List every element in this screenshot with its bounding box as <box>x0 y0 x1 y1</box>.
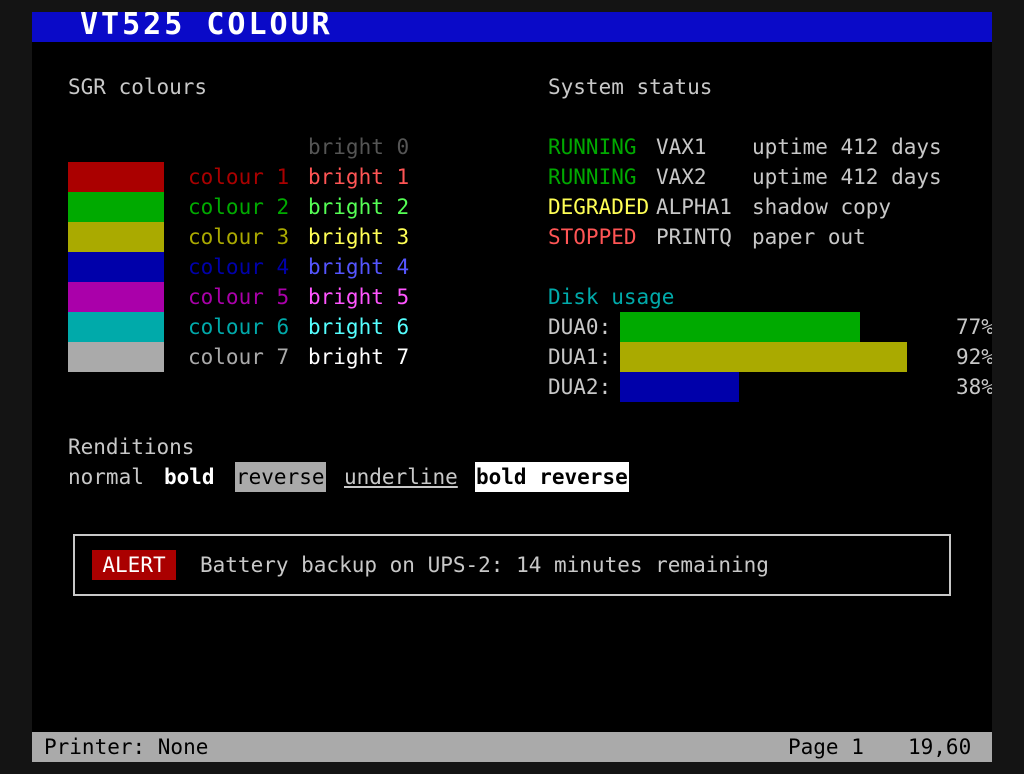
disk-usage-bar <box>620 372 739 402</box>
colour-swatch-7 <box>68 342 164 372</box>
bright-5-label: bright 5 <box>308 285 410 309</box>
colour-swatch-1 <box>68 162 164 192</box>
status-state: RUNNING <box>548 165 637 189</box>
printer-status: Printer: None <box>44 735 209 759</box>
colour-6-label: colour 6 <box>188 315 290 339</box>
disk-label: DUA1: <box>548 345 612 369</box>
status-state: DEGRADED <box>548 195 650 219</box>
disk-usage-bar <box>620 342 907 372</box>
status-state: STOPPED <box>548 225 637 249</box>
alert-box: ALERT Battery backup on UPS-2: 14 minute… <box>73 534 951 596</box>
disk-label: DUA2: <box>548 375 612 399</box>
screen-title: VT525 COLOUR <box>80 12 333 42</box>
system-status-heading: System status <box>548 75 713 99</box>
disk-percent: 38% <box>956 375 992 399</box>
colour-7-label: colour 7 <box>188 345 290 369</box>
title-bar: VT525 COLOUR <box>32 12 992 42</box>
colour-1-label: colour 1 <box>188 165 290 189</box>
sgr-heading: SGR colours <box>68 75 208 99</box>
cursor-position: 19,60 <box>908 735 972 759</box>
bright-2-label: bright 2 <box>308 195 410 219</box>
status-state: RUNNING <box>548 135 637 159</box>
terminal-screen: VT525 COLOUR SGR colours bright 0 colour… <box>32 12 992 762</box>
bright-4-label: bright 4 <box>308 255 410 279</box>
status-host: ALPHA1 <box>656 195 732 219</box>
colour-swatch-4 <box>68 252 164 282</box>
status-host: VAX2 <box>656 165 707 189</box>
bright-3-label: bright 3 <box>308 225 410 249</box>
colour-2-label: colour 2 <box>188 195 290 219</box>
disk-percent: 77% <box>956 315 992 339</box>
rendition-reverse: reverse <box>235 462 326 492</box>
status-detail: uptime 412 days <box>752 135 942 159</box>
rendition-underline: underline <box>344 465 458 489</box>
page-indicator: Page 1 <box>788 735 864 759</box>
status-detail: paper out <box>752 225 866 249</box>
renditions-heading: Renditions <box>68 435 195 459</box>
rendition-bold-reverse: bold reverse <box>475 462 629 492</box>
bright-1-label: bright 1 <box>308 165 410 189</box>
bright-6-label: bright 6 <box>308 315 410 339</box>
bright-7-label: bright 7 <box>308 345 410 369</box>
rendition-bold: bold <box>164 465 215 489</box>
disk-usage-bar <box>620 312 860 342</box>
alert-message: Battery backup on UPS-2: 14 minutes rema… <box>200 553 769 577</box>
status-detail: shadow copy <box>752 195 892 219</box>
status-detail: uptime 412 days <box>752 165 942 189</box>
colour-3-label: colour 3 <box>188 225 290 249</box>
bright-0-label: bright 0 <box>308 135 410 159</box>
disk-usage-heading: Disk usage <box>548 285 675 309</box>
disk-percent: 92% <box>956 345 992 369</box>
colour-swatch-3 <box>68 222 164 252</box>
rendition-normal: normal <box>68 465 144 489</box>
status-host: PRINTQ <box>656 225 732 249</box>
colour-swatch-5 <box>68 282 164 312</box>
alert-badge: ALERT <box>92 550 176 580</box>
colour-swatch-2 <box>68 192 164 222</box>
status-host: VAX1 <box>656 135 707 159</box>
colour-swatch-6 <box>68 312 164 342</box>
disk-label: DUA0: <box>548 315 612 339</box>
colour-5-label: colour 5 <box>188 285 290 309</box>
status-bar: Printer: None Page 1 19,60 <box>32 732 992 762</box>
colour-4-label: colour 4 <box>188 255 290 279</box>
